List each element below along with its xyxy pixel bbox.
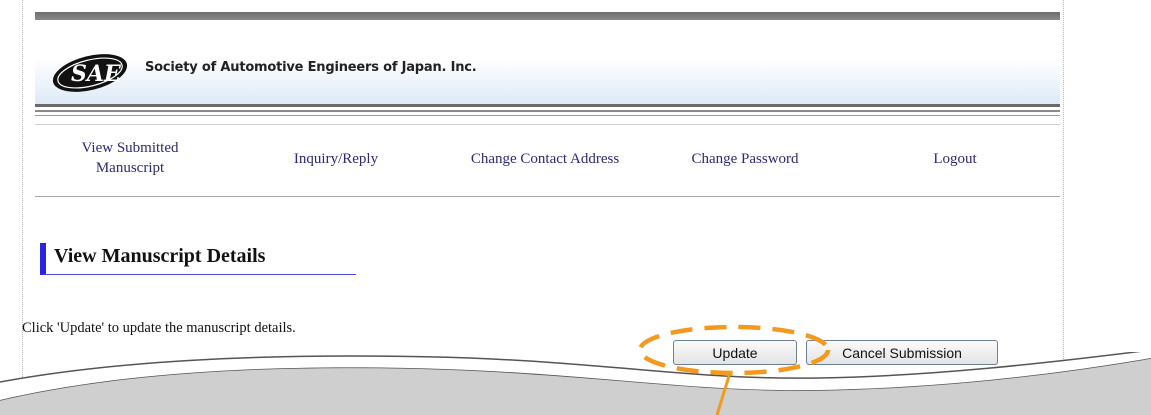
organization-name: Society of Automotive Engineers of Japan… [145,60,477,75]
nav-change-password[interactable]: Change Password [665,149,825,169]
nav-logout[interactable]: Logout [915,149,995,169]
header-top-bar [35,12,1060,20]
section-heading: View Manuscript Details [40,243,356,275]
page-title: View Manuscript Details [54,245,266,267]
svg-text:SAE: SAE [71,61,122,87]
nav-inquiry-reply[interactable]: Inquiry/Reply [271,149,401,169]
instruction-text: Click 'Update' to update the manuscript … [22,320,296,336]
nav-label-line1: View Submitted [81,140,179,156]
nav-view-submitted-manuscript[interactable]: View Submitted Manuscript [65,138,195,178]
header-divider [35,104,1060,126]
torn-edge-decoration [0,352,1151,415]
sae-logo-icon: SAE [52,54,128,92]
nav-label-line2: Manuscript [95,160,165,176]
main-navigation: View Submitted Manuscript Inquiry/Reply … [35,132,1060,192]
nav-divider [35,196,1060,197]
nav-change-contact-address[interactable]: Change Contact Address [440,149,650,169]
site-header: SAE Society of Automotive Engineers of J… [35,20,1060,105]
